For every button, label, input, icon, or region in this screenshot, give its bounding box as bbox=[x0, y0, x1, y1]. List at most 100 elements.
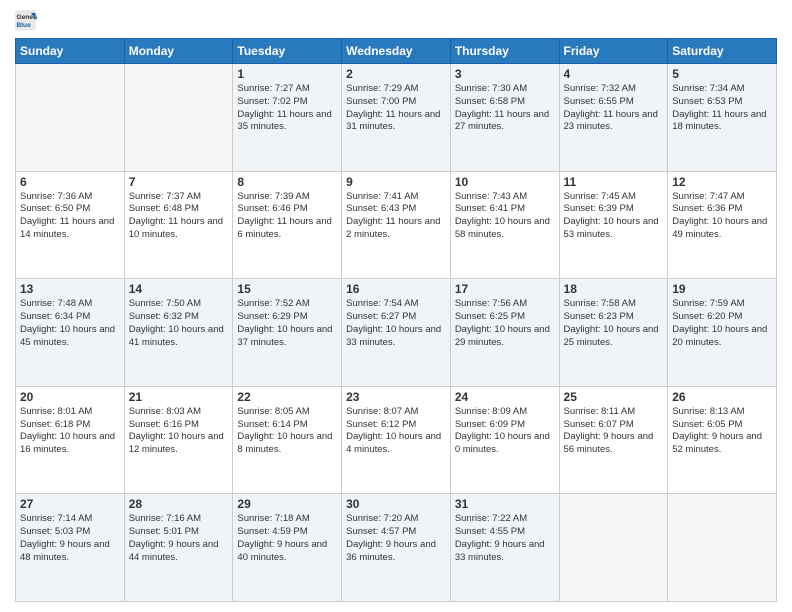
day-number: 16 bbox=[346, 282, 446, 296]
calendar-day-cell: 3 Sunrise: 7:30 AM Sunset: 6:58 PM Daylig… bbox=[450, 64, 559, 172]
calendar-day-cell: 20 Sunrise: 8:01 AM Sunset: 6:18 PM Dayli… bbox=[16, 386, 125, 494]
day-info: Sunrise: 7:39 AM Sunset: 6:46 PM Dayligh… bbox=[237, 191, 337, 242]
calendar-header-saturday: Saturday bbox=[668, 39, 777, 64]
calendar-day-cell: 31 Sunrise: 7:22 AM Sunset: 4:55 PM Dayli… bbox=[450, 494, 559, 602]
day-number: 13 bbox=[20, 282, 120, 296]
day-number: 28 bbox=[129, 497, 229, 511]
calendar-day-cell: 21 Sunrise: 8:03 AM Sunset: 6:16 PM Dayli… bbox=[124, 386, 233, 494]
day-number: 27 bbox=[20, 497, 120, 511]
calendar-header-wednesday: Wednesday bbox=[342, 39, 451, 64]
day-number: 29 bbox=[237, 497, 337, 511]
calendar-day-cell: 12Sunrise: 7:47 AM Sunset: 6:36 PM Dayli… bbox=[668, 171, 777, 279]
calendar-day-cell: 19 Sunrise: 7:59 AM Sunset: 6:20 PM Dayli… bbox=[668, 279, 777, 387]
day-info: Sunrise: 7:48 AM Sunset: 6:34 PM Dayligh… bbox=[20, 298, 120, 349]
day-number: 26 bbox=[672, 390, 772, 404]
calendar-day-cell: 7 Sunrise: 7:37 AM Sunset: 6:48 PM Daylig… bbox=[124, 171, 233, 279]
calendar-day-cell: 27 Sunrise: 7:14 AM Sunset: 5:03 PM Dayli… bbox=[16, 494, 125, 602]
day-number: 22 bbox=[237, 390, 337, 404]
calendar-day-cell: 29 Sunrise: 7:18 AM Sunset: 4:59 PM Dayli… bbox=[233, 494, 342, 602]
calendar-day-cell: 15 Sunrise: 7:52 AM Sunset: 6:29 PM Dayli… bbox=[233, 279, 342, 387]
day-info: Sunrise: 7:20 AM Sunset: 4:57 PM Dayligh… bbox=[346, 513, 446, 564]
calendar-day-cell bbox=[124, 64, 233, 172]
day-info: Sunrise: 7:22 AM Sunset: 4:55 PM Dayligh… bbox=[455, 513, 555, 564]
calendar-week-row: 27 Sunrise: 7:14 AM Sunset: 5:03 PM Dayli… bbox=[16, 494, 777, 602]
day-number: 18 bbox=[564, 282, 664, 296]
day-info: Sunrise: 8:01 AM Sunset: 6:18 PM Dayligh… bbox=[20, 406, 120, 457]
day-info: Sunrise: 7:54 AM Sunset: 6:27 PM Dayligh… bbox=[346, 298, 446, 349]
generalblue-logo-icon: General Blue bbox=[15, 10, 37, 32]
day-info: Sunrise: 8:07 AM Sunset: 6:12 PM Dayligh… bbox=[346, 406, 446, 457]
calendar-day-cell: 2 Sunrise: 7:29 AM Sunset: 7:00 PM Daylig… bbox=[342, 64, 451, 172]
calendar-day-cell: 22 Sunrise: 8:05 AM Sunset: 6:14 PM Dayli… bbox=[233, 386, 342, 494]
day-number: 6 bbox=[20, 175, 120, 189]
calendar-day-cell: 11Sunrise: 7:45 AM Sunset: 6:39 PM Dayli… bbox=[559, 171, 668, 279]
day-info: Sunrise: 7:34 AM Sunset: 6:53 PM Dayligh… bbox=[672, 83, 772, 134]
day-number: 2 bbox=[346, 67, 446, 81]
day-number: 20 bbox=[20, 390, 120, 404]
day-info: Sunrise: 7:41 AM Sunset: 6:43 PM Dayligh… bbox=[346, 191, 446, 242]
day-number: 21 bbox=[129, 390, 229, 404]
day-info: Sunrise: 7:36 AM Sunset: 6:50 PM Dayligh… bbox=[20, 191, 120, 242]
calendar-day-cell: 18 Sunrise: 7:58 AM Sunset: 6:23 PM Dayli… bbox=[559, 279, 668, 387]
calendar-day-cell: 25Sunrise: 8:11 AM Sunset: 6:07 PM Dayli… bbox=[559, 386, 668, 494]
day-info: Sunrise: 8:09 AM Sunset: 6:09 PM Dayligh… bbox=[455, 406, 555, 457]
day-info: Sunrise: 7:14 AM Sunset: 5:03 PM Dayligh… bbox=[20, 513, 120, 564]
calendar-header-thursday: Thursday bbox=[450, 39, 559, 64]
page: General Blue SundayMondayTuesdayWednesda… bbox=[0, 0, 792, 612]
day-number: 24 bbox=[455, 390, 555, 404]
day-info: Sunrise: 7:56 AM Sunset: 6:25 PM Dayligh… bbox=[455, 298, 555, 349]
day-number: 10 bbox=[455, 175, 555, 189]
calendar-day-cell: 26 Sunrise: 8:13 AM Sunset: 6:05 PM Dayli… bbox=[668, 386, 777, 494]
day-info: Sunrise: 7:30 AM Sunset: 6:58 PM Dayligh… bbox=[455, 83, 555, 134]
calendar-day-cell bbox=[668, 494, 777, 602]
day-number: 5 bbox=[672, 67, 772, 81]
calendar-day-cell: 5 Sunrise: 7:34 AM Sunset: 6:53 PM Daylig… bbox=[668, 64, 777, 172]
day-number: 15 bbox=[237, 282, 337, 296]
day-info: Sunrise: 7:37 AM Sunset: 6:48 PM Dayligh… bbox=[129, 191, 229, 242]
calendar-header-friday: Friday bbox=[559, 39, 668, 64]
day-number: 12 bbox=[672, 175, 772, 189]
day-number: 7 bbox=[129, 175, 229, 189]
calendar-day-cell: 16 Sunrise: 7:54 AM Sunset: 6:27 PM Dayli… bbox=[342, 279, 451, 387]
day-number: 8 bbox=[237, 175, 337, 189]
calendar-day-cell: 23Sunrise: 8:07 AM Sunset: 6:12 PM Dayli… bbox=[342, 386, 451, 494]
calendar-day-cell: 17 Sunrise: 7:56 AM Sunset: 6:25 PM Dayli… bbox=[450, 279, 559, 387]
day-number: 19 bbox=[672, 282, 772, 296]
day-number: 9 bbox=[346, 175, 446, 189]
day-number: 4 bbox=[564, 67, 664, 81]
day-info: Sunrise: 7:18 AM Sunset: 4:59 PM Dayligh… bbox=[237, 513, 337, 564]
day-number: 1 bbox=[237, 67, 337, 81]
day-info: Sunrise: 7:59 AM Sunset: 6:20 PM Dayligh… bbox=[672, 298, 772, 349]
day-info: Sunrise: 7:52 AM Sunset: 6:29 PM Dayligh… bbox=[237, 298, 337, 349]
day-info: Sunrise: 8:05 AM Sunset: 6:14 PM Dayligh… bbox=[237, 406, 337, 457]
calendar-week-row: 20 Sunrise: 8:01 AM Sunset: 6:18 PM Dayli… bbox=[16, 386, 777, 494]
calendar-day-cell: 13 Sunrise: 7:48 AM Sunset: 6:34 PM Dayli… bbox=[16, 279, 125, 387]
day-info: Sunrise: 7:29 AM Sunset: 7:00 PM Dayligh… bbox=[346, 83, 446, 134]
calendar-header-sunday: Sunday bbox=[16, 39, 125, 64]
svg-text:Blue: Blue bbox=[16, 22, 31, 29]
day-number: 31 bbox=[455, 497, 555, 511]
calendar-header-row: SundayMondayTuesdayWednesdayThursdayFrid… bbox=[16, 39, 777, 64]
calendar-header-tuesday: Tuesday bbox=[233, 39, 342, 64]
day-number: 25 bbox=[564, 390, 664, 404]
calendar-day-cell: 24 Sunrise: 8:09 AM Sunset: 6:09 PM Dayli… bbox=[450, 386, 559, 494]
calendar-day-cell bbox=[559, 494, 668, 602]
day-info: Sunrise: 7:45 AM Sunset: 6:39 PM Dayligh… bbox=[564, 191, 664, 242]
calendar-day-cell: 6 Sunrise: 7:36 AM Sunset: 6:50 PM Daylig… bbox=[16, 171, 125, 279]
calendar-day-cell bbox=[16, 64, 125, 172]
calendar-day-cell: 4Sunrise: 7:32 AM Sunset: 6:55 PM Daylig… bbox=[559, 64, 668, 172]
day-info: Sunrise: 7:58 AM Sunset: 6:23 PM Dayligh… bbox=[564, 298, 664, 349]
calendar-day-cell: 9 Sunrise: 7:41 AM Sunset: 6:43 PM Daylig… bbox=[342, 171, 451, 279]
calendar-day-cell: 30 Sunrise: 7:20 AM Sunset: 4:57 PM Dayli… bbox=[342, 494, 451, 602]
day-number: 3 bbox=[455, 67, 555, 81]
day-info: Sunrise: 8:03 AM Sunset: 6:16 PM Dayligh… bbox=[129, 406, 229, 457]
day-info: Sunrise: 8:13 AM Sunset: 6:05 PM Dayligh… bbox=[672, 406, 772, 457]
calendar-day-cell: 1Sunrise: 7:27 AM Sunset: 7:02 PM Daylig… bbox=[233, 64, 342, 172]
calendar-week-row: 13 Sunrise: 7:48 AM Sunset: 6:34 PM Dayli… bbox=[16, 279, 777, 387]
day-number: 17 bbox=[455, 282, 555, 296]
day-info: Sunrise: 7:43 AM Sunset: 6:41 PM Dayligh… bbox=[455, 191, 555, 242]
calendar-day-cell: 10 Sunrise: 7:43 AM Sunset: 6:41 PM Dayli… bbox=[450, 171, 559, 279]
header: General Blue bbox=[15, 10, 777, 32]
day-number: 30 bbox=[346, 497, 446, 511]
logo: General Blue bbox=[15, 10, 41, 32]
